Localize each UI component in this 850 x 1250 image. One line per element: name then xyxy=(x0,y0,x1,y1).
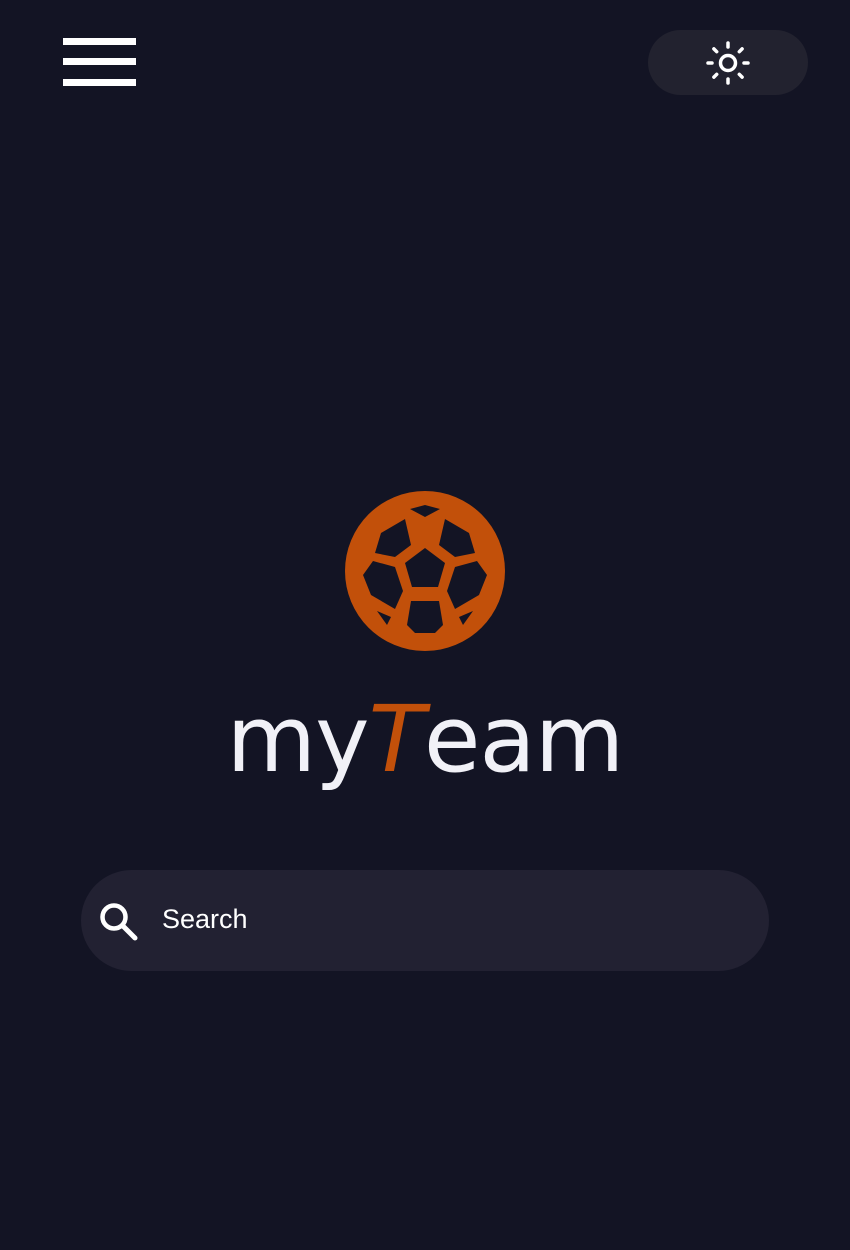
brand-name-prefix: my xyxy=(226,686,370,793)
brand-name: myTeam xyxy=(0,680,850,800)
theme-toggle-button[interactable] xyxy=(648,30,808,95)
menu-icon-bar xyxy=(63,38,136,45)
soccer-ball-icon xyxy=(345,491,505,651)
search-icon[interactable] xyxy=(97,900,139,942)
sun-icon xyxy=(706,40,750,85)
brand-name-suffix: eam xyxy=(423,686,625,793)
search-input[interactable] xyxy=(162,896,722,942)
brand-name-accent: T xyxy=(368,686,425,793)
menu-button[interactable] xyxy=(62,36,138,88)
menu-icon-bar xyxy=(63,58,136,65)
menu-icon-bar xyxy=(63,79,136,86)
